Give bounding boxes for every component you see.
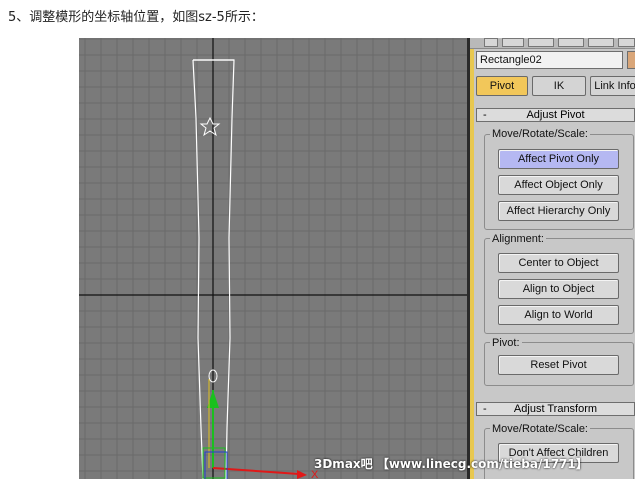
group-label-transform-move: Move/Rotate/Scale:: [490, 423, 590, 435]
group-label-pivot: Pivot:: [490, 337, 522, 349]
affect-object-only-button[interactable]: Affect Object Only: [498, 175, 619, 195]
perspective-viewport[interactable]: X: [79, 38, 467, 479]
object-name-field[interactable]: Rectangle02: [476, 51, 623, 69]
affect-hierarchy-only-button[interactable]: Affect Hierarchy Only: [498, 201, 619, 221]
group-label-alignment: Alignment:: [490, 233, 546, 245]
display-tab-icon[interactable]: [588, 38, 614, 47]
tab-link-info[interactable]: Link Info: [590, 76, 635, 96]
reset-pivot-button[interactable]: Reset Pivot: [498, 355, 619, 375]
tab-pivot[interactable]: Pivot: [476, 76, 528, 96]
modify-tab-icon[interactable]: [502, 38, 524, 47]
watermark-text: 3Dmax吧 【www.linecg.com/tieba/1771】: [314, 457, 588, 471]
hierarchy-tab-icon[interactable]: [528, 38, 554, 47]
rollout-title: Adjust Transform: [513, 403, 598, 415]
align-to-world-button[interactable]: Align to World: [498, 305, 619, 325]
panel-edge-highlight: [470, 38, 474, 479]
create-tab-icon[interactable]: [484, 38, 498, 47]
pivot-star-icon: [199, 116, 221, 137]
utilities-tab-icon[interactable]: [618, 38, 635, 47]
gizmo-plane-box-blue: [204, 451, 228, 479]
group-label-move: Move/Rotate/Scale:: [490, 128, 590, 140]
panel-toolbar: [470, 38, 635, 49]
adjust-pivot-rollout-header[interactable]: - Adjust Pivot: [476, 108, 635, 122]
align-to-object-button[interactable]: Align to Object: [498, 279, 619, 299]
center-to-object-button[interactable]: Center to Object: [498, 253, 619, 273]
step-caption: 5、调整模形的坐标轴位置，如图sz-5所示：: [8, 10, 264, 25]
viewport-canvas[interactable]: X: [79, 38, 467, 479]
object-color-swatch[interactable]: [627, 51, 635, 69]
command-panel: Rectangle02 Pivot IK Link Info - Adjust …: [470, 38, 635, 479]
adjust-transform-rollout-header[interactable]: - Adjust Transform: [476, 402, 635, 416]
viewport-grid: [79, 38, 467, 479]
affect-pivot-only-button[interactable]: Affect Pivot Only: [498, 149, 619, 169]
motion-tab-icon[interactable]: [558, 38, 584, 47]
rollout-title: Adjust Pivot: [526, 109, 585, 121]
tab-ik[interactable]: IK: [532, 76, 586, 96]
